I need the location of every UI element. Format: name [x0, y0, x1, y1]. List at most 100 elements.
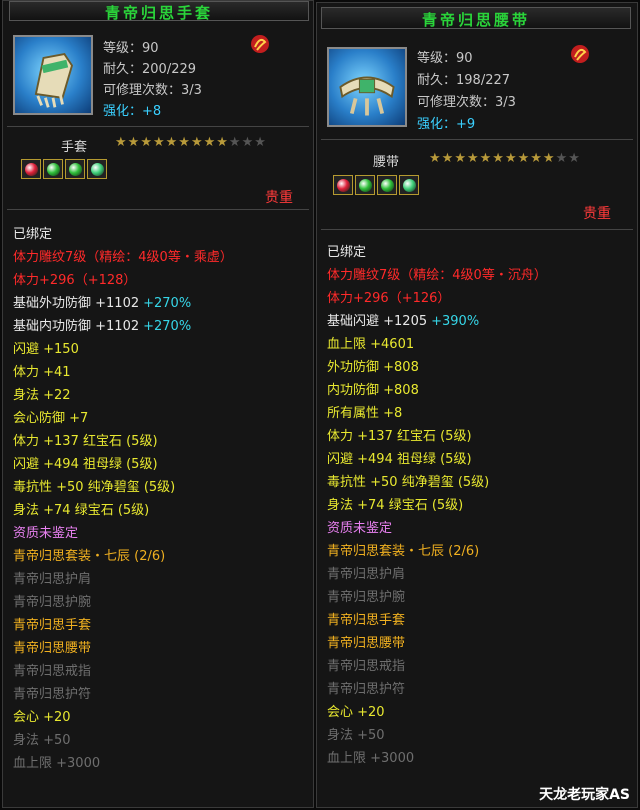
right-item-title: 青帝归思腰带 [421, 11, 530, 29]
attribute-text: 毒抗性 +50 纯净碧玺 (5级) [13, 480, 176, 495]
star-empty-icon: ★ [555, 151, 569, 166]
star-filled-icon: ★ [140, 135, 153, 150]
jade-gem-icon[interactable] [399, 175, 419, 195]
attribute-row: 青帝归思戒指 [13, 660, 233, 683]
attribute-row: 青帝归思护肩 [13, 568, 233, 591]
star-filled-icon: ★ [542, 151, 556, 166]
attribute-text: 身法 +50 [327, 728, 385, 743]
attribute-text: 会心 +20 [327, 705, 385, 720]
left-enhance-label: 强化： [103, 104, 143, 119]
attribute-text: 青帝归思套装・七辰 (2/6) [13, 549, 166, 564]
gauntlet-item-icon[interactable] [13, 35, 93, 115]
jade-gem-icon[interactable] [87, 159, 107, 179]
attribute-bonus: +270% [143, 296, 192, 311]
star-filled-icon: ★ [178, 135, 191, 150]
emerald-gem-icon[interactable] [65, 159, 85, 179]
attribute-text: 体力 +137 红宝石 (5级) [13, 434, 158, 449]
right-enhance-value: +9 [456, 117, 476, 132]
attribute-text: 体力+296（+126） [327, 291, 451, 306]
attribute-row: 闪避 +494 祖母绿 (5级) [327, 448, 547, 471]
left-divider-2 [7, 209, 309, 210]
attribute-bonus: +270% [143, 319, 192, 334]
ruby-gem-icon[interactable] [333, 175, 353, 195]
attribute-text: 体力+296（+128） [13, 273, 137, 288]
attribute-text: 青帝归思护符 [327, 682, 406, 697]
attribute-text: 青帝归思戒指 [327, 659, 406, 674]
right-star-rating: ★★★★★★★★★★★★ [429, 151, 581, 166]
left-durability: 耐久：200/229 [103, 62, 197, 77]
emerald-gem-icon[interactable] [377, 175, 397, 195]
attribute-row: 体力雕纹7级（精绘：4级0等・沉舟） [327, 264, 547, 287]
attribute-text: 身法 +74 绿宝石 (5级) [327, 498, 464, 513]
bound-seal-icon [571, 45, 589, 63]
attribute-row: 青帝归思戒指 [327, 655, 547, 678]
attribute-row: 毒抗性 +50 纯净碧玺 (5级) [327, 471, 547, 494]
star-filled-icon: ★ [517, 151, 531, 166]
left-star-rating: ★★★★★★★★★★★★ [115, 135, 267, 150]
attribute-row: 血上限 +3000 [327, 747, 547, 770]
left-rarity: 贵重 [265, 190, 293, 206]
right-gem-slots [333, 175, 419, 195]
emerald-gem-icon[interactable] [43, 159, 63, 179]
attribute-text: 闪避 +150 [13, 342, 79, 357]
attribute-row: 青帝归思护符 [13, 683, 233, 706]
attribute-text: 血上限 +4601 [327, 337, 415, 352]
star-filled-icon: ★ [429, 151, 442, 166]
attribute-row: 体力 +137 红宝石 (5级) [13, 430, 233, 453]
attribute-row: 闪避 +494 祖母绿 (5级) [13, 453, 233, 476]
attribute-text: 体力雕纹7级（精绘：4级0等・乘虚） [13, 250, 233, 265]
attribute-row: 青帝归思套装・七辰 (2/6) [327, 540, 547, 563]
left-item-tooltip: 青帝归思手套 等级：90 耐久：200/229 可修理次数：3/3 强化：+8 … [2, 0, 314, 808]
attribute-text: 基础闪避 +1205 [327, 314, 428, 329]
bound-seal-icon [251, 35, 269, 53]
attribute-row: 身法 +74 绿宝石 (5级) [13, 499, 233, 522]
attribute-text: 身法 +50 [13, 733, 71, 748]
right-title-bar: 青帝归思腰带 [321, 7, 631, 29]
star-filled-icon: ★ [190, 135, 204, 150]
attribute-row: 基础闪避 +1205 +390% [327, 310, 547, 333]
right-enhance-label: 强化： [417, 117, 457, 132]
right-attribute-list: 已绑定 体力雕纹7级（精绘：4级0等・沉舟） 体力+296（+126） 基础闪避 +1… [327, 241, 547, 770]
star-empty-icon: ★ [228, 135, 242, 150]
attribute-row: 身法 +22 [13, 384, 233, 407]
attribute-text: 青帝归思套装・七辰 (2/6) [327, 544, 480, 559]
attribute-text: 所有属性 +8 [327, 406, 403, 421]
attribute-row: 毒抗性 +50 纯净碧玺 (5级) [13, 476, 233, 499]
star-filled-icon: ★ [479, 151, 493, 166]
attribute-text: 基础内功防御 +1102 [13, 319, 140, 334]
attribute-row: 青帝归思手套 [327, 609, 547, 632]
attribute-row: 青帝归思腰带 [327, 632, 547, 655]
attribute-text: 青帝归思护肩 [13, 572, 92, 587]
left-enhance-value: +8 [142, 104, 162, 119]
attribute-row: 已绑定 [13, 223, 233, 246]
watermark: 天龙老玩家AS [539, 787, 630, 803]
attribute-row: 会心 +20 [13, 706, 233, 729]
star-filled-icon: ★ [454, 151, 467, 166]
attribute-text: 内功防御 +808 [327, 383, 419, 398]
attribute-row: 身法 +74 绿宝石 (5级) [327, 494, 547, 517]
attribute-text: 身法 +22 [13, 388, 71, 403]
star-empty-icon: ★ [241, 135, 255, 150]
attribute-text: 青帝归思护肩 [327, 567, 406, 582]
ruby-gem-icon[interactable] [21, 159, 41, 179]
emerald-gem-icon[interactable] [355, 175, 375, 195]
left-attribute-list: 已绑定体力雕纹7级（精绘：4级0等・乘虚） 体力+296（+128） 基础外功防御 … [13, 223, 233, 775]
left-title-bar: 青帝归思手套 [9, 1, 309, 22]
attribute-text: 闪避 +494 祖母绿 (5级) [327, 452, 472, 467]
star-filled-icon: ★ [530, 151, 543, 166]
belt-item-icon[interactable] [327, 47, 407, 127]
attribute-row: 闪避 +150 [13, 338, 233, 361]
star-filled-icon: ★ [492, 151, 505, 166]
attribute-row: 青帝归思护腕 [327, 586, 547, 609]
right-slot-label: 腰带 [373, 155, 400, 170]
attribute-row: 所有属性 +8 [327, 402, 547, 425]
attribute-row: 青帝归思护肩 [327, 563, 547, 586]
attribute-row: 资质未鉴定 [13, 522, 233, 545]
attribute-text: 青帝归思护腕 [327, 590, 406, 605]
attribute-row: 血上限 +4601 [327, 333, 547, 356]
attribute-text: 毒抗性 +50 纯净碧玺 (5级) [327, 475, 490, 490]
right-durability: 耐久：198/227 [417, 73, 511, 88]
right-rarity: 贵重 [583, 206, 611, 222]
attribute-row: 基础外功防御 +1102 +270% [13, 292, 233, 315]
attribute-text: 会心防御 +7 [13, 411, 89, 426]
